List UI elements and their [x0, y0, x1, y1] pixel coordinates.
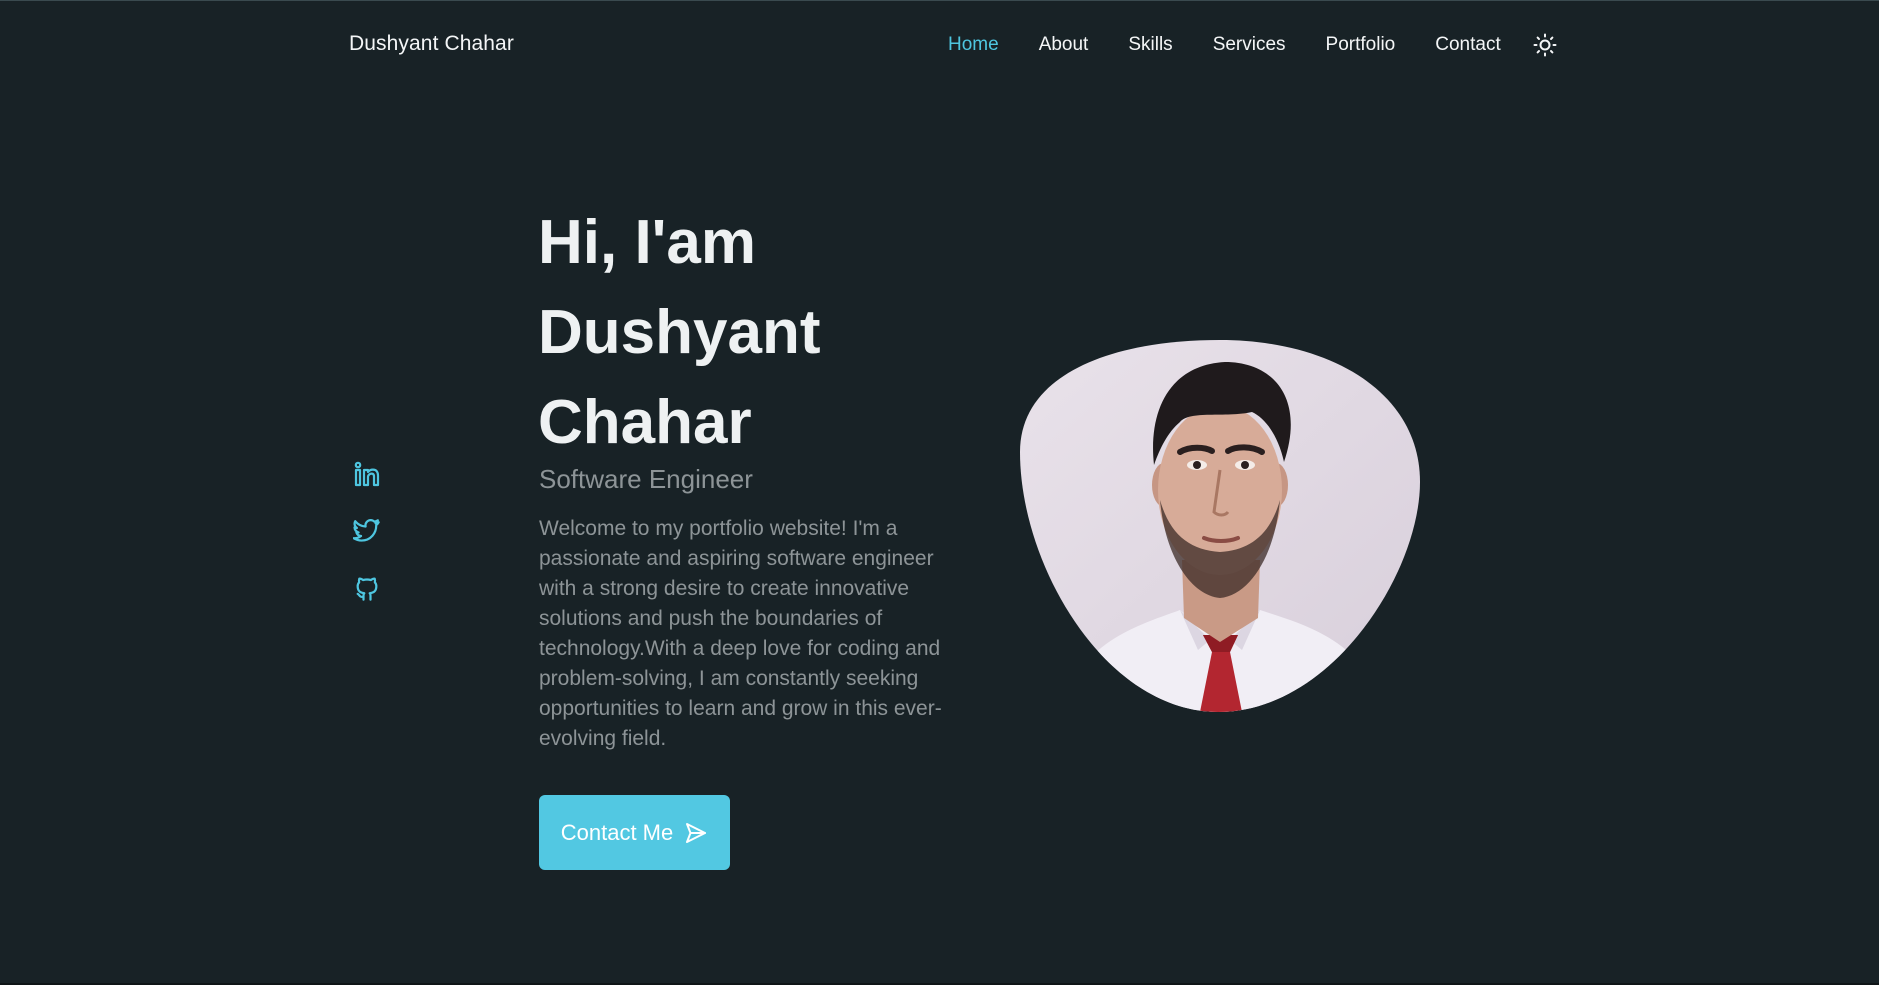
top-border	[0, 0, 1879, 1]
hero-description: Welcome to my portfolio website! I'm a p…	[539, 517, 942, 750]
nav-services[interactable]: Services	[1213, 34, 1286, 56]
hero-subtitle: Software Engineer	[539, 464, 753, 494]
hero-title: Hi, I'am Dushyant Chahar	[538, 198, 958, 468]
sun-icon	[1533, 33, 1557, 57]
profile-photo	[1020, 340, 1420, 712]
main-nav: Home About Skills Services Portfolio Con…	[948, 34, 1541, 56]
contact-me-button[interactable]: Contact Me	[539, 795, 730, 870]
nav-skills[interactable]: Skills	[1128, 34, 1172, 56]
github-icon	[356, 577, 378, 601]
contact-me-label: Contact Me	[560, 819, 674, 845]
github-link[interactable]	[353, 574, 381, 602]
brand-logo[interactable]: Dushyant Chahar	[349, 32, 514, 56]
hero-title-line: Dushyant	[538, 298, 821, 367]
twitter-icon	[352, 518, 380, 542]
hero-title-line: Chahar	[538, 388, 752, 457]
hero-title-line: Hi, I'am	[538, 208, 757, 277]
nav-contact[interactable]: Contact	[1435, 34, 1500, 56]
linkedin-icon	[354, 461, 380, 487]
nav-portfolio[interactable]: Portfolio	[1326, 34, 1396, 56]
theme-toggle-button[interactable]	[1533, 33, 1557, 57]
twitter-link[interactable]	[352, 517, 381, 545]
linkedin-link[interactable]	[353, 460, 381, 488]
nav-home[interactable]: Home	[948, 34, 999, 56]
send-icon	[686, 822, 707, 843]
social-links	[352, 460, 381, 631]
nav-about[interactable]: About	[1039, 34, 1089, 56]
